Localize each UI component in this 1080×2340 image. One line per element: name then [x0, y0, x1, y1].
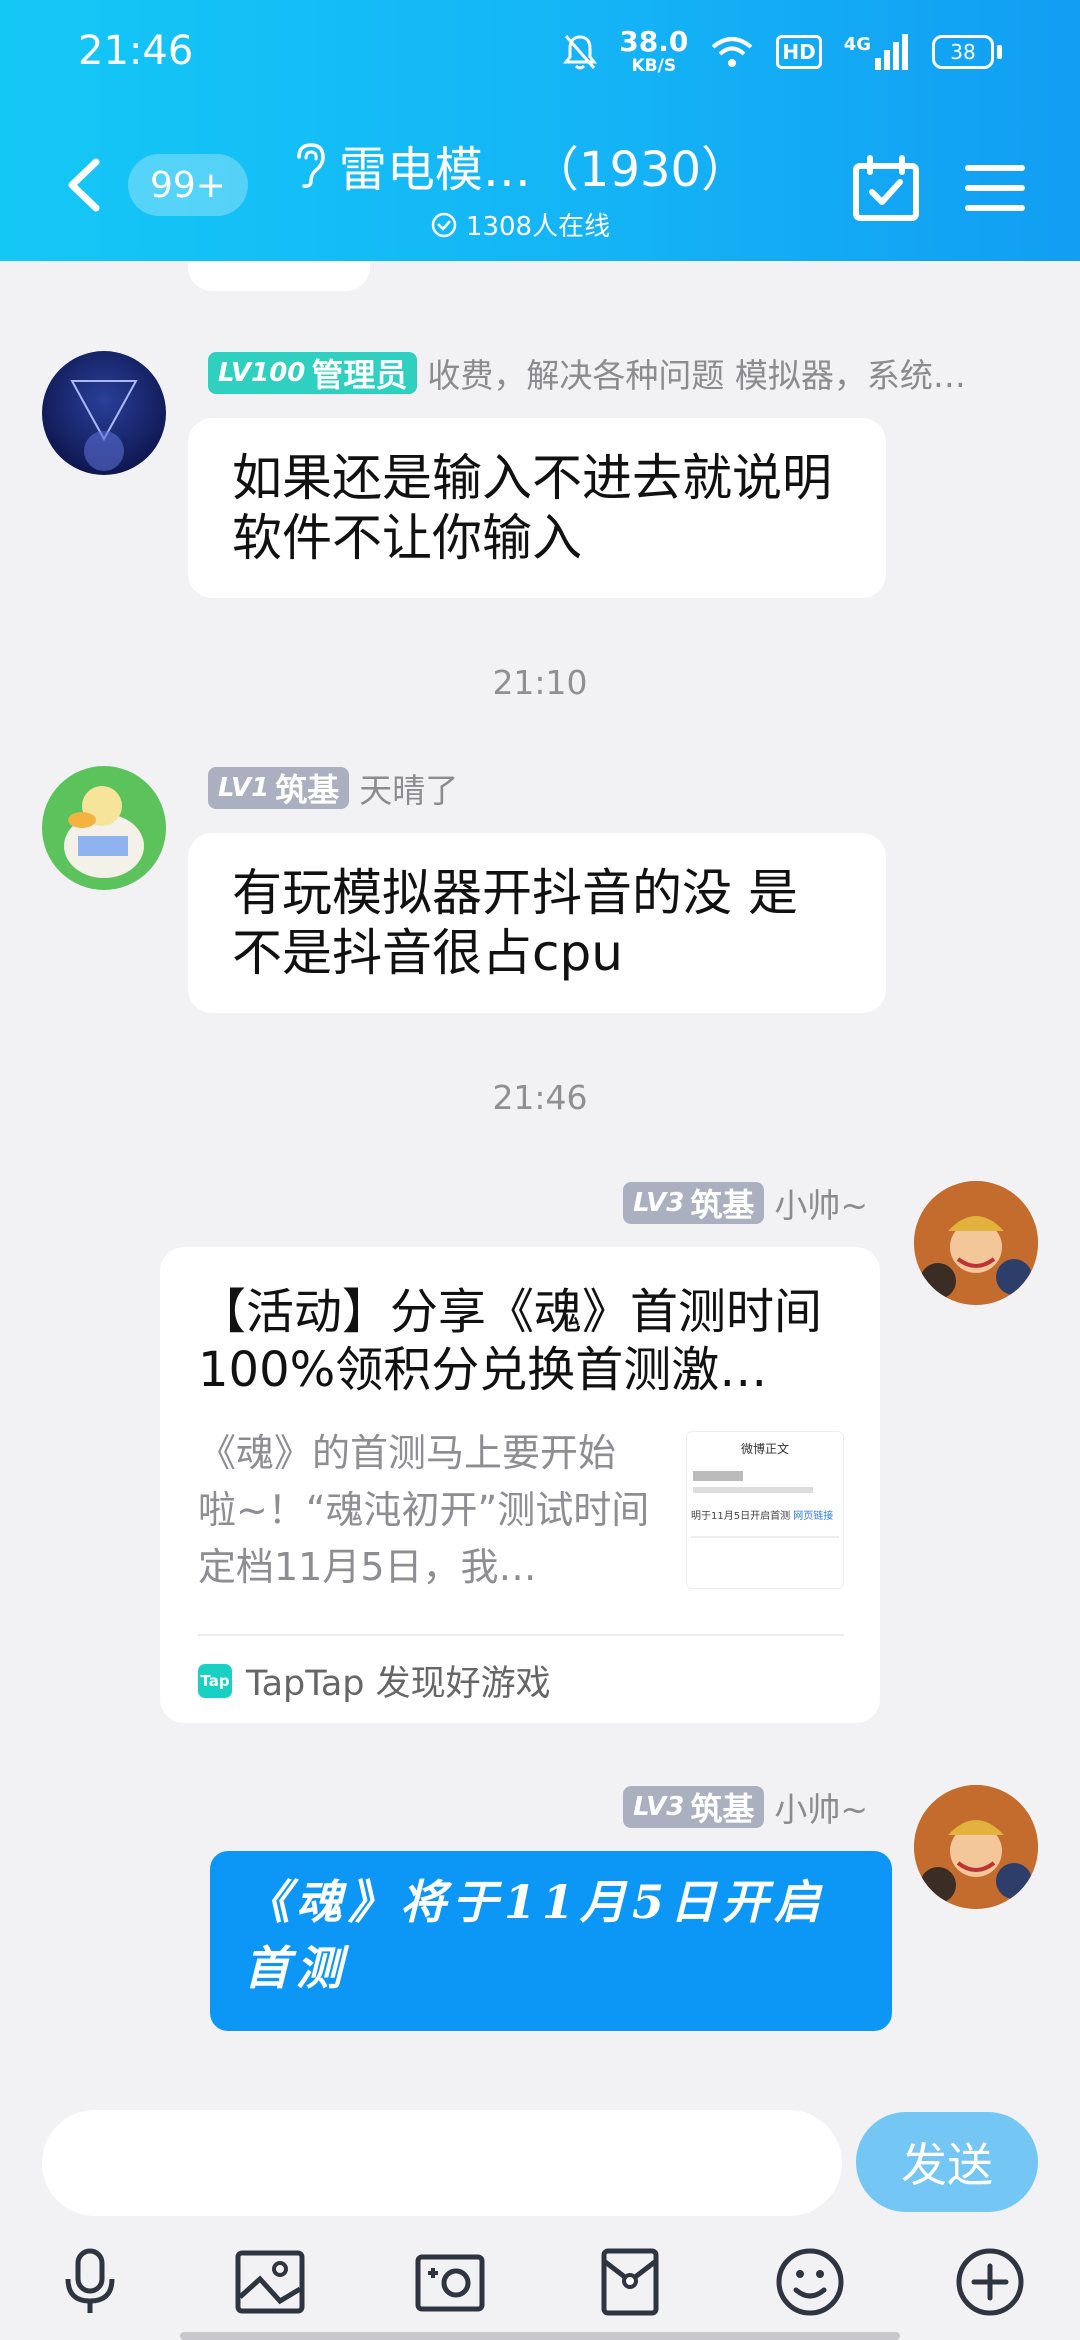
mic-icon: [65, 2248, 115, 2313]
message-input[interactable]: [42, 2110, 842, 2216]
menu-button[interactable]: [962, 156, 1028, 220]
wifi-icon: [712, 36, 753, 67]
message-text: 有玩模拟器开抖音的没 是不是抖音很占cpu: [232, 864, 798, 982]
status-bar: 21:46 38.0 KB/S HD 4G 38: [0, 0, 1080, 110]
level-label: LV3: [633, 1188, 685, 1218]
composer: 发送: [0, 2082, 1080, 2340]
sender-name[interactable]: 小帅~: [774, 1783, 868, 1831]
role-label: 筑基: [690, 1790, 755, 1828]
home-indicator: [180, 2332, 900, 2340]
avatar[interactable]: [42, 351, 166, 475]
share-title: 【活动】分享《魂》首测时间 100%领积分兑换首测激…: [198, 1284, 823, 1398]
calendar-button[interactable]: [850, 152, 922, 224]
message-bubble[interactable]: 有玩模拟器开抖音的没 是不是抖音很占cpu: [188, 833, 886, 1013]
online-check-icon: [431, 212, 457, 237]
emoji-icon: [776, 2248, 844, 2316]
admin-badge: LV100 管理员: [208, 352, 418, 394]
level-label: LV1: [218, 773, 270, 803]
avatar-image: [70, 380, 138, 471]
thumb-link: 网页链接: [793, 1511, 834, 1522]
unread-count-badge[interactable]: 99+: [128, 154, 248, 216]
sender-name[interactable]: 天晴了: [359, 764, 458, 812]
role-label: 筑基: [275, 771, 340, 809]
ear-icon: [297, 143, 325, 188]
online-count: 1308人在线: [280, 206, 760, 243]
source-label: TapTap 发现好游戏: [246, 1664, 551, 1704]
sender-meta: LV3 筑基 小帅~: [623, 1783, 868, 1831]
role-label: 筑基: [690, 1186, 755, 1224]
red-packet-button[interactable]: [590, 2242, 670, 2322]
level-badge: LV3 筑基: [623, 1182, 765, 1224]
avatar[interactable]: [914, 1181, 1038, 1305]
timestamp: 21:10: [492, 663, 588, 702]
calendar-check-icon: [853, 155, 919, 221]
battery-icon: 38: [932, 34, 1002, 69]
message-list[interactable]: LV100 管理员 收费，解决各种问题 模拟器，系统… 如果还是输入不进去就说明…: [0, 261, 1080, 2081]
status-icons: 38.0 KB/S HD 4G 38: [563, 28, 1002, 75]
sender-meta: LV3 筑基 小帅~: [623, 1179, 868, 1227]
online-text: 1308人在线: [465, 212, 611, 242]
group-title-area[interactable]: 雷电模…（1930） 1308人在线: [280, 130, 760, 243]
net-speed: 38.0 KB/S: [619, 28, 688, 75]
plus-icon: [956, 2248, 1024, 2316]
message-text: 《魂》将于11月5日开启首测: [244, 1875, 827, 1995]
mute-bell-icon: [563, 34, 598, 69]
share-card[interactable]: 【活动】分享《魂》首测时间 100%领积分兑换首测激… 《魂》的首测马上要开始啦…: [160, 1247, 880, 1723]
share-description: 《魂》的首测马上要开始啦~！“魂沌初开”测试时间定档11月5日，我…: [198, 1431, 650, 1589]
network-type: 4G: [843, 33, 871, 55]
camera-icon: [415, 2254, 485, 2312]
sender-name[interactable]: 小帅~: [774, 1179, 868, 1227]
share-source: Tap TapTap 发现好游戏: [198, 1655, 551, 1706]
signal-4g: 4G: [843, 33, 910, 70]
avatar-image: [914, 1181, 1038, 1305]
composer-toolbar: [0, 2242, 1080, 2322]
outgoing-message-bubble[interactable]: 《魂》将于11月5日开启首测: [210, 1851, 892, 2031]
thumb-title: 微博正文: [740, 1442, 789, 1456]
camera-button[interactable]: [410, 2242, 490, 2322]
level-label: LV3: [633, 1792, 685, 1822]
signal-icon: [875, 33, 908, 70]
battery-level: 38: [950, 39, 976, 64]
more-button[interactable]: [950, 2242, 1030, 2322]
avatar[interactable]: [42, 766, 166, 890]
previous-message-bubble[interactable]: [188, 261, 370, 291]
voice-button[interactable]: [50, 2242, 130, 2322]
avatar[interactable]: [914, 1785, 1038, 1909]
group-title: 雷电模…（1930）: [338, 142, 750, 198]
level-badge: LV3 筑基: [623, 1786, 765, 1828]
sender-name[interactable]: 收费，解决各种问题 模拟器，系统…: [427, 349, 966, 397]
net-speed-value: 38.0: [619, 25, 689, 58]
chat-header: 21:46 38.0 KB/S HD 4G 38 99+ 雷电模…（1930） …: [0, 0, 1080, 261]
nav-bar: 99+ 雷电模…（1930） 1308人在线: [0, 120, 1080, 260]
image-icon: [235, 2250, 305, 2314]
message-bubble[interactable]: 如果还是输入不进去就说明软件不让你输入: [188, 418, 886, 598]
avatar-image: [64, 786, 144, 878]
status-time: 21:46: [78, 28, 194, 74]
level-label: LV100: [218, 358, 306, 388]
share-thumbnail: 微博正文 明于11月5日开启首测 网页链接: [686, 1431, 844, 1589]
sender-meta: LV1 筑基 天晴了: [208, 764, 458, 812]
thumb-line: 明于11月5日开启首测 网页链接: [691, 1507, 839, 1522]
send-button[interactable]: 发送: [856, 2112, 1038, 2212]
taptap-icon: Tap: [198, 1663, 232, 1698]
back-icon: [68, 158, 100, 212]
timestamp: 21:46: [492, 1078, 588, 1117]
sender-meta: LV100 管理员 收费，解决各种问题 模拟器，系统…: [208, 349, 966, 397]
image-button[interactable]: [230, 2242, 310, 2322]
avatar-image: [914, 1785, 1038, 1909]
back-button[interactable]: [60, 150, 110, 220]
message-text: 如果还是输入不进去就说明软件不让你输入: [232, 449, 832, 567]
red-packet-icon: [601, 2248, 659, 2316]
level-badge: LV1 筑基: [208, 767, 350, 809]
role-label: 管理员: [311, 356, 408, 394]
menu-icon: [965, 165, 1025, 211]
thumb-line-text: 明于11月5日开启首测: [691, 1511, 791, 1522]
hd-badge: HD: [776, 34, 822, 69]
emoji-button[interactable]: [770, 2242, 850, 2322]
net-speed-unit: KB/S: [631, 56, 677, 76]
